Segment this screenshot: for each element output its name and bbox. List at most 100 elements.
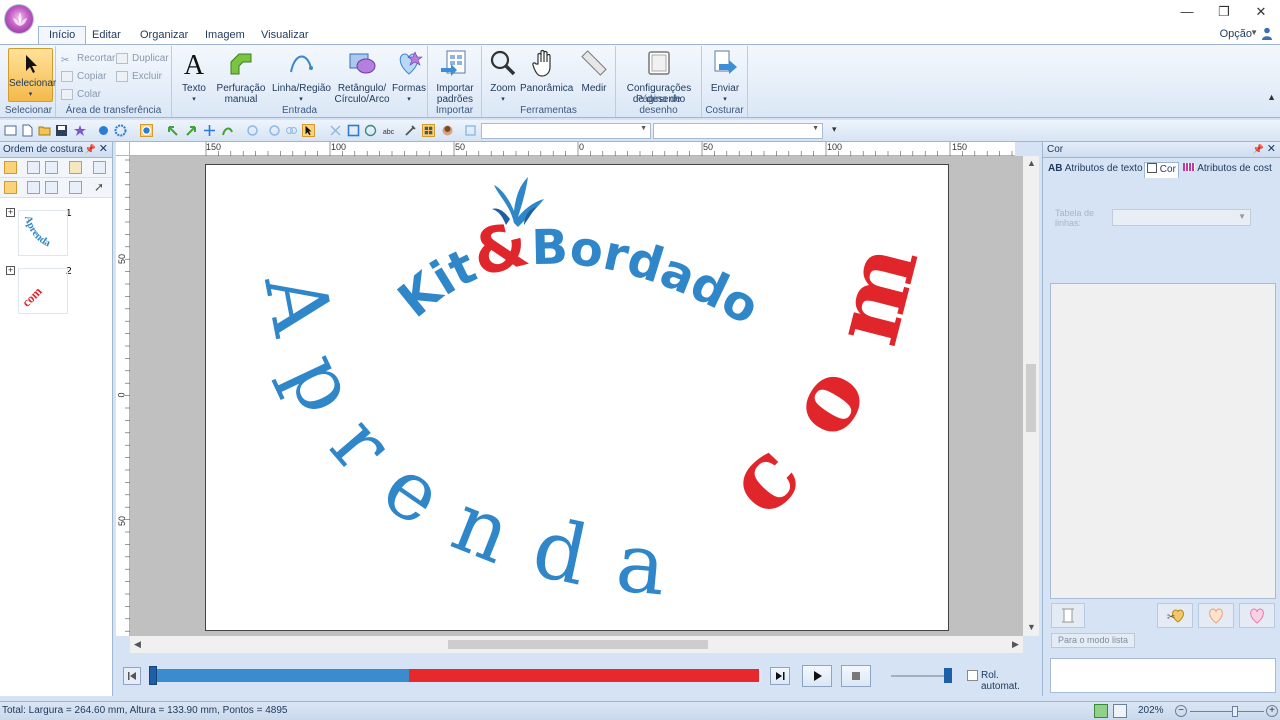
play-button[interactable] [802,665,832,687]
tab-text-attributes[interactable]: AB Atributos de texto [1048,162,1143,178]
grid-view-icon[interactable] [422,124,435,137]
move-front-icon[interactable] [27,181,40,194]
circle-outline-icon[interactable] [246,124,259,137]
font-combo[interactable]: ▼ [653,123,823,139]
stitch-progress-track[interactable] [149,669,762,682]
zoom-in-button[interactable]: + [1266,705,1278,717]
move-back-icon[interactable] [45,181,58,194]
vertical-scrollbar[interactable]: ▲ ▼ [1023,156,1039,636]
import-patterns-button[interactable]: Importar padrões [432,48,478,105]
ribbon-collapse-icon[interactable]: ▲ [1267,92,1276,102]
thread-table-select[interactable]: ▼ [1112,209,1251,226]
user-icon[interactable] [1262,27,1272,40]
zoom-slider-track[interactable] [1190,711,1264,712]
zoom-slider-thumb[interactable] [1232,706,1238,717]
close-button[interactable]: ✕ [1246,4,1276,20]
pin-icon[interactable]: 📌 [85,142,96,157]
redo-arrow-icon[interactable] [185,124,198,137]
tab-visualizar[interactable]: Visualizar [251,27,319,45]
eyedropper-icon[interactable] [404,124,417,137]
horizontal-scroll-thumb[interactable] [448,640,708,649]
auto-scroll-checkbox[interactable] [967,670,978,681]
thread-color-list[interactable] [1050,283,1276,599]
manual-punch-button[interactable]: Perfuração manual [216,48,266,105]
copy-button[interactable]: Copiar [61,69,106,84]
measure-button[interactable]: Medir [576,48,612,94]
open-folder-icon[interactable] [38,124,51,137]
list-mode-button[interactable]: Para o modo lista [1051,633,1135,648]
tab-inicio[interactable]: Início [38,26,87,45]
cursor-arrow-icon[interactable]: ➚ [94,180,104,194]
undo-arrow-icon[interactable] [166,124,179,137]
close-icon[interactable]: ✕ [99,142,108,157]
zoom-out-button[interactable]: − [1175,705,1187,717]
settings-icon[interactable] [464,124,477,137]
speed-slider-track[interactable] [891,675,951,677]
select-region-icon[interactable] [329,124,342,137]
frame-icon[interactable] [347,124,360,137]
select-button[interactable]: Selecionar ▾ [8,48,56,102]
new-file-icon[interactable] [21,124,34,137]
region-fill-icon[interactable] [140,124,153,137]
expand-icon[interactable]: + [6,266,15,275]
order-view-icon[interactable] [4,181,17,194]
cut-heart-button[interactable]: ✂ [1157,603,1193,628]
lock-icon[interactable] [69,161,82,174]
circle-outline-icon[interactable] [268,124,281,137]
toolbar-overflow-icon[interactable]: ▾ [832,124,837,135]
jump-start-button[interactable] [123,667,141,685]
option-menu[interactable]: Opção [1220,28,1252,40]
pan-button[interactable]: Panorâmica [520,48,573,94]
spool-icon[interactable] [93,161,106,174]
mirror-icon[interactable] [364,124,377,137]
duplicate-button[interactable]: Duplicar [116,51,169,66]
stitch-magic-icon[interactable] [74,124,87,137]
restore-button[interactable]: ❐ [1209,4,1239,20]
cut-button[interactable]: ✂ Recortar [61,51,115,66]
scroll-right-icon[interactable]: ▶ [1012,639,1019,650]
gear-dots-icon[interactable] [114,124,127,137]
zoom-button[interactable]: Zoom ▾ [486,48,520,105]
page-status-icon[interactable] [1113,704,1127,718]
circle-fill-icon[interactable] [97,124,110,137]
grid-status-icon[interactable] [1094,704,1108,718]
heart-outline-button[interactable] [1198,603,1234,628]
paste-button[interactable]: Colar [61,87,101,102]
text-button[interactable]: A Texto ▾ [176,48,212,105]
tab-imagem[interactable]: Imagem [195,27,255,45]
app-logo-button[interactable] [4,4,34,34]
group-icon[interactable] [27,161,40,174]
delete-button[interactable]: Excluir [116,69,162,84]
save-icon[interactable] [55,124,68,137]
embroidery-design[interactable]: Kit&Bordados A p r e n d a c o m [192,121,948,630]
line-tool-icon[interactable] [221,124,234,137]
toolbar-toggle-icon[interactable] [4,124,17,137]
design-workspace[interactable]: Kit&Bordados A p r e n d a c o m [130,121,1023,636]
stop-button[interactable] [841,665,871,687]
jump-end-button[interactable] [770,667,790,685]
preview-face-icon[interactable] [441,124,454,137]
tab-organizar[interactable]: Organizar [130,27,198,45]
move-icon[interactable] [203,124,216,137]
horizontal-scrollbar[interactable]: ◀ ▶ [130,636,1023,653]
abc-icon[interactable]: abc [382,124,395,137]
expand-icon[interactable]: + [6,208,15,217]
thread-color-combo[interactable]: ▼ [481,123,651,139]
chain-icon[interactable] [285,124,298,137]
spool-button[interactable] [1051,603,1085,628]
close-icon[interactable]: ✕ [1267,142,1276,157]
cursor-arrow-icon[interactable] [302,124,315,137]
line-region-button[interactable]: Linha/Região ▾ [272,48,331,105]
ungroup-icon[interactable] [45,161,58,174]
design-page[interactable]: Kit&Bordados A p r e n d a c o m [192,121,949,631]
connect-icon[interactable] [69,181,82,194]
send-button[interactable]: Enviar ▾ [706,48,744,105]
tab-editar[interactable]: Editar [82,27,131,45]
progress-handle[interactable] [149,666,157,685]
view-thumbnails-icon[interactable] [4,161,17,174]
shape-rect-circle-button[interactable]: Retângulo/ Círculo/Arco [332,48,392,105]
speed-slider-handle[interactable] [944,668,952,683]
minimize-button[interactable]: — [1172,4,1202,20]
pin-icon[interactable]: 📌 [1253,142,1264,157]
scroll-down-icon[interactable]: ▼ [1027,622,1036,632]
